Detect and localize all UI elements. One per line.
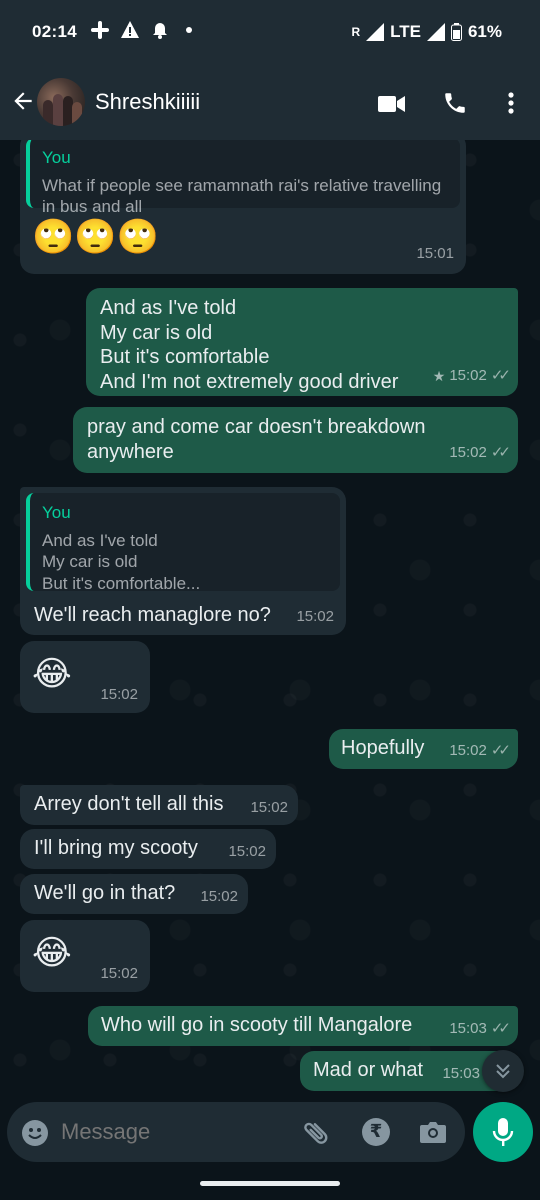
chevron-double-down-icon: [496, 1064, 510, 1079]
slack-icon: [91, 21, 109, 39]
more-vert-icon[interactable]: [500, 90, 522, 116]
message-text: We'll reach managlore no?: [34, 604, 271, 626]
message-emoji: 😂: [32, 654, 72, 694]
message-emoji: 🙄🙄🙄: [32, 217, 160, 257]
star-icon: ★: [432, 367, 446, 384]
message-meta: 15:03: [442, 1064, 480, 1082]
message-meta: 15:03 ✓✓: [449, 1017, 511, 1042]
message-text: Who will go in scooty till Mangalore: [101, 1014, 413, 1036]
mic-button[interactable]: [473, 1102, 533, 1162]
double-tick-icon: ✓✓: [490, 741, 511, 759]
status-notification-icons: [90, 20, 192, 40]
status-bar: 02:14 R LTE 61%: [0, 0, 540, 64]
message-meta: ★ 15:02 ✓✓: [432, 364, 511, 389]
alarm-icon: [153, 23, 167, 39]
message-outgoing[interactable]: And as I've told My car is old But it's …: [86, 288, 518, 396]
message-time: 15:02: [228, 842, 266, 860]
message-time: 15:01: [416, 244, 454, 262]
double-tick-icon: ✓✓: [490, 443, 511, 461]
contact-name[interactable]: Shreshkiiiii: [95, 89, 200, 115]
camera-icon[interactable]: [419, 1119, 447, 1145]
message-input[interactable]: [61, 1114, 291, 1150]
message-text: Mad or what: [313, 1059, 424, 1081]
message-time: 15:02: [100, 685, 138, 703]
message-outgoing[interactable]: pray and come car doesn't breakdown anyw…: [73, 407, 518, 473]
message-outgoing[interactable]: Hopefully 15:02 ✓✓: [329, 729, 518, 769]
message-time: 15:02: [296, 607, 334, 625]
back-arrow-icon[interactable]: [10, 88, 36, 114]
double-tick-icon: ✓✓: [490, 366, 511, 384]
network-type: LTE: [390, 22, 421, 41]
scroll-to-bottom-button[interactable]: [482, 1050, 524, 1092]
message-text: And as I've told My car is old But it's …: [100, 297, 399, 393]
battery-icon: [450, 23, 462, 41]
message-incoming[interactable]: 😂 15:02: [20, 641, 150, 713]
attach-icon[interactable]: [296, 1111, 337, 1152]
mic-icon: [492, 1118, 514, 1146]
warning-icon: [121, 21, 139, 38]
message-text: pray and come car doesn't breakdown anyw…: [87, 416, 426, 463]
status-time: 02:14: [32, 22, 77, 41]
message-outgoing[interactable]: Who will go in scooty till Mangalore 15:…: [88, 1006, 518, 1046]
message-text: I'll bring my scooty: [34, 837, 198, 859]
quote-text: What if people see ramamnath rai's relat…: [42, 175, 442, 217]
video-call-icon[interactable]: [378, 94, 406, 114]
message-incoming[interactable]: I'll bring my scooty 15:02: [20, 829, 276, 869]
message-incoming[interactable]: You And as I've told My car is old But i…: [20, 487, 346, 635]
quote-author: You: [42, 503, 71, 522]
chat-area[interactable]: You What if people see ramamnath rai's r…: [0, 140, 540, 1100]
quote-text: And as I've told My car is old But it's …: [42, 530, 201, 593]
message-meta: 15:02 ✓✓: [449, 441, 511, 466]
status-right: R LTE 61%: [351, 22, 502, 42]
gesture-nav-handle[interactable]: [200, 1181, 340, 1186]
battery-level: 61%: [467, 22, 502, 41]
message-composer: ₹: [7, 1102, 465, 1162]
quote-author: You: [42, 148, 71, 167]
signal-icon: R: [351, 25, 361, 39]
voice-call-icon[interactable]: [442, 90, 468, 116]
quoted-message[interactable]: You And as I've told My car is old But i…: [26, 493, 340, 593]
message-incoming[interactable]: We'll go in that? 15:02: [20, 874, 248, 914]
message-time: 15:02: [250, 798, 288, 816]
quoted-message[interactable]: You What if people see ramamnath rai's r…: [26, 140, 460, 216]
avatar[interactable]: [37, 78, 85, 126]
message-incoming[interactable]: You What if people see ramamnath rai's r…: [20, 140, 466, 274]
double-tick-icon: ✓✓: [490, 1019, 511, 1037]
emoji-icon[interactable]: [21, 1119, 49, 1147]
lte-bars-icon: [426, 23, 445, 41]
chat-header: Shreshkiiiii: [0, 64, 540, 140]
message-emoji: 😂: [32, 933, 72, 973]
message-text: Hopefully: [341, 737, 425, 759]
message-time: 15:02: [200, 887, 238, 905]
dot-icon: [186, 27, 192, 33]
message-time: 15:02: [100, 964, 138, 982]
message-text: Arrey don't tell all this: [34, 793, 224, 815]
message-incoming[interactable]: Arrey don't tell all this 15:02: [20, 785, 298, 825]
rupee-payment-icon[interactable]: ₹: [362, 1118, 390, 1146]
message-text: We'll go in that?: [34, 882, 176, 904]
message-incoming[interactable]: 😂 15:02: [20, 920, 150, 992]
message-meta: 15:02 ✓✓: [449, 739, 511, 764]
signal-bars-icon: [366, 23, 385, 41]
